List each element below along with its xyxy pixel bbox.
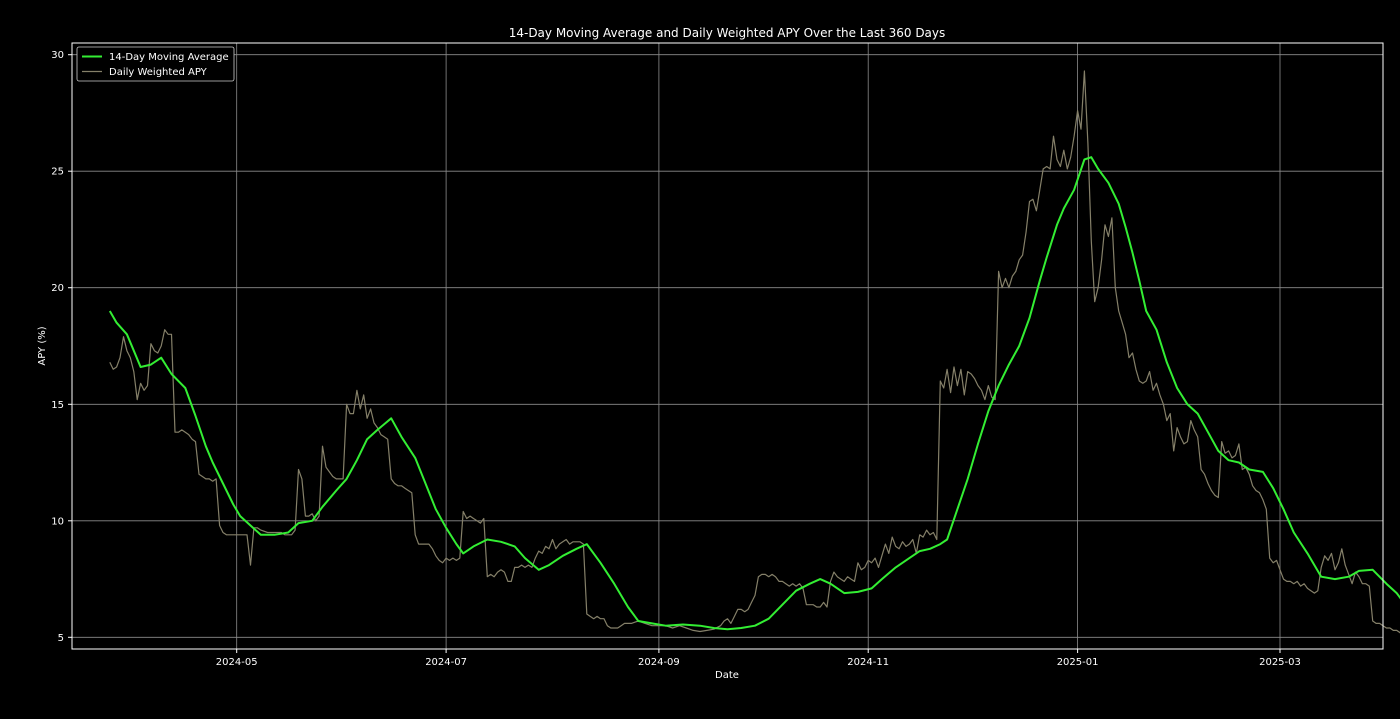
chart-title: 14-Day Moving Average and Daily Weighted… <box>509 26 946 40</box>
x-axis-label: Date <box>715 670 739 681</box>
x-tick-label: 2025-01 <box>1057 657 1099 668</box>
y-tick-label: 25 <box>51 167 64 178</box>
plot-area: 2024-05 2024-07 2024-09 2024-11 2025-01 2025-… <box>51 42 1400 668</box>
y-tick-label: 20 <box>51 283 64 294</box>
x-tick-label: 2024-07 <box>425 657 467 668</box>
legend-label-moving-average: 14-Day Moving Average <box>109 52 229 63</box>
legend-label-daily-apy: Daily Weighted APY <box>109 67 208 78</box>
y-tick-label: 30 <box>51 50 64 61</box>
y-tick-label: 10 <box>51 516 64 527</box>
y-tick-label: 5 <box>58 633 64 644</box>
chart: 14-Day Moving Average and Daily Weighted… <box>0 0 1400 719</box>
legend: 14-Day Moving Average Daily Weighted APY <box>76 46 235 82</box>
y-tick-label: 15 <box>51 400 64 411</box>
x-tick-label: 2024-05 <box>216 657 258 668</box>
plot-background <box>72 43 1383 649</box>
x-tick-label: 2025-03 <box>1259 657 1301 668</box>
y-axis-label: APY (%) <box>37 326 48 365</box>
x-tick-label: 2024-11 <box>847 657 889 668</box>
x-tick-label: 2024-09 <box>638 657 680 668</box>
